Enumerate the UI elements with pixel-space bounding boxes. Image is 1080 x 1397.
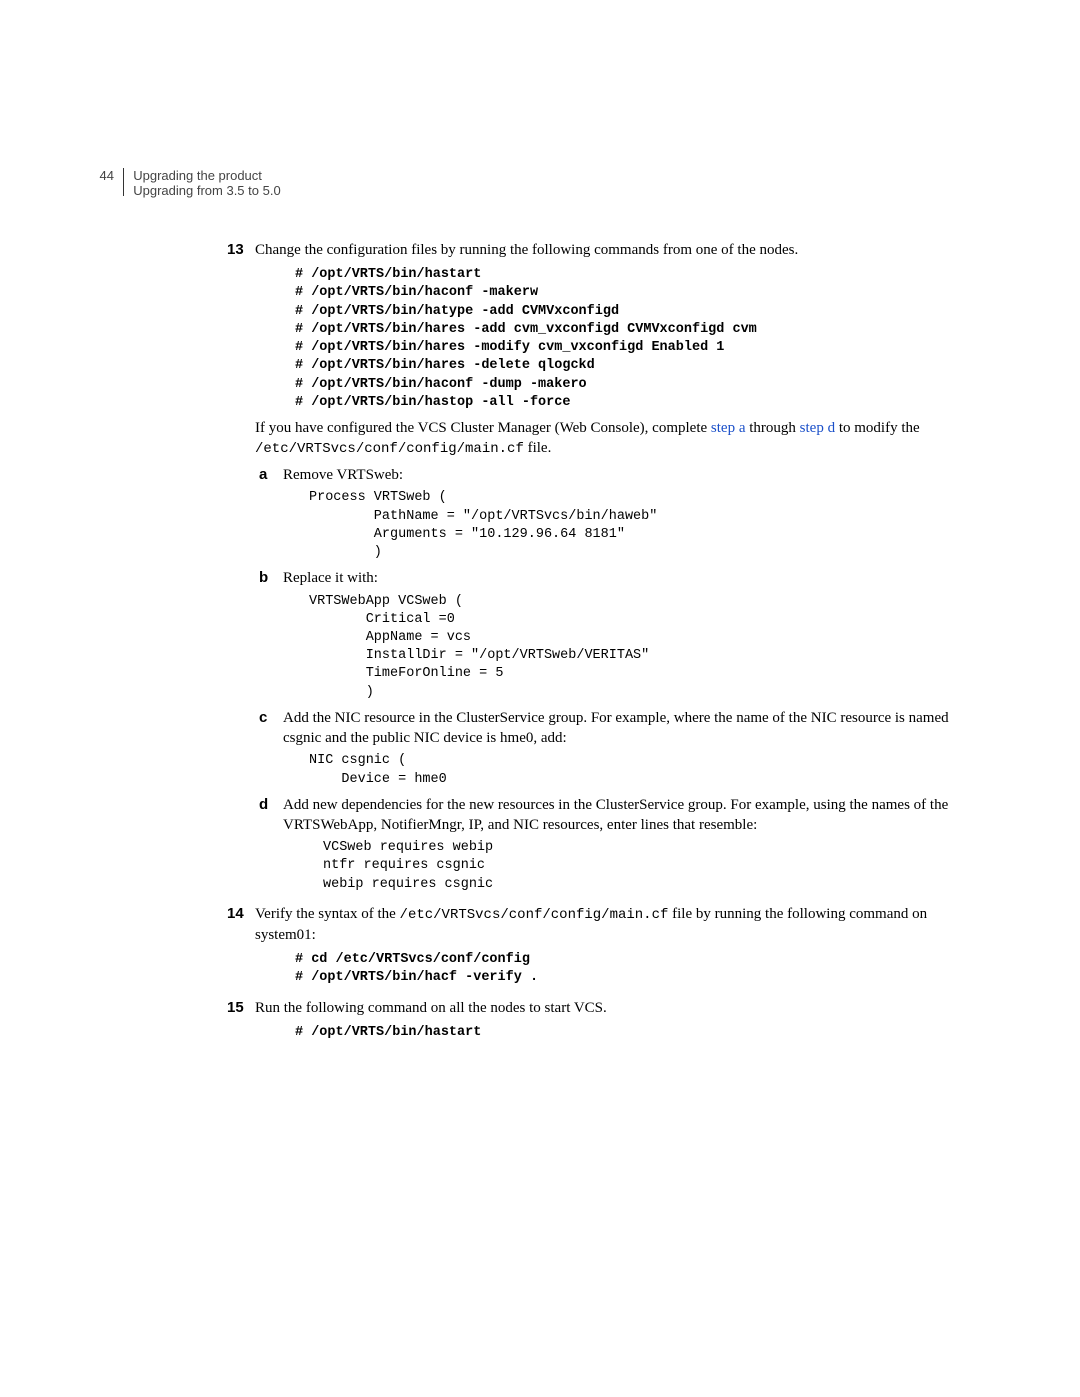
step-14-command-block: # cd /etc/VRTSvcs/conf/config # /opt/VRT… xyxy=(295,951,990,987)
substep-b-text: Replace it with: xyxy=(283,568,990,588)
page-number: 44 xyxy=(90,168,114,183)
link-step-d[interactable]: step d xyxy=(800,420,835,436)
header-titles: Upgrading the product Upgrading from 3.5… xyxy=(133,168,280,198)
substep-label: b xyxy=(259,568,268,588)
step-number: 15 xyxy=(227,998,244,1018)
substep-d-text: Add new dependencies for the new resourc… xyxy=(283,795,990,836)
text: Verify the syntax of the xyxy=(255,906,400,922)
page-container: 44 Upgrading the product Upgrading from … xyxy=(0,0,1080,1142)
config-file-path: /etc/VRTSvcs/conf/config/main.cf xyxy=(400,907,669,923)
substep-label: c xyxy=(259,708,267,728)
substep-d-code: VCSweb requires webip ntfr requires csgn… xyxy=(323,839,990,894)
substep-label: a xyxy=(259,465,267,485)
substep-b: b Replace it with: VRTSWebApp VCSweb ( C… xyxy=(283,568,990,702)
step-14: 14 Verify the syntax of the /etc/VRTSvcs… xyxy=(255,904,990,988)
step-15-command-block: # /opt/VRTS/bin/hastart xyxy=(295,1024,990,1042)
text: to modify the xyxy=(835,420,920,436)
step-14-text: Verify the syntax of the /etc/VRTSvcs/co… xyxy=(255,904,990,945)
substep-c: c Add the NIC resource in the ClusterSer… xyxy=(283,708,990,789)
substep-d: d Add new dependencies for the new resou… xyxy=(283,795,990,894)
code-text: # /opt/VRTS/bin/hastart # /opt/VRTS/bin/… xyxy=(295,267,757,410)
step-number: 14 xyxy=(227,904,244,924)
page-content: 13 Change the configuration files by run… xyxy=(255,240,990,1042)
text: If you have configured the VCS Cluster M… xyxy=(255,420,711,436)
step-13-text: Change the configuration files by runnin… xyxy=(255,240,990,260)
section-title: Upgrading from 3.5 to 5.0 xyxy=(133,183,280,198)
link-step-a[interactable]: step a xyxy=(711,420,746,436)
text: file. xyxy=(524,440,552,456)
substep-c-code: NIC csgnic ( Device = hme0 xyxy=(309,752,990,788)
chapter-title: Upgrading the product xyxy=(133,168,280,183)
step-15: 15 Run the following command on all the … xyxy=(255,998,990,1042)
page-header: 44 Upgrading the product Upgrading from … xyxy=(90,168,281,198)
step-number: 13 xyxy=(227,240,244,260)
substep-label: d xyxy=(259,795,268,815)
step-15-text: Run the following command on all the nod… xyxy=(255,998,990,1018)
step-13: 13 Change the configuration files by run… xyxy=(255,240,990,894)
substep-a: a Remove VRTSweb: Process VRTSweb ( Path… xyxy=(283,465,990,562)
substep-a-code: Process VRTSweb ( PathName = "/opt/VRTSv… xyxy=(309,489,990,562)
code-text: # /opt/VRTS/bin/hastart xyxy=(295,1025,481,1040)
code-text: # cd /etc/VRTSvcs/conf/config # /opt/VRT… xyxy=(295,952,538,985)
text: through xyxy=(745,420,799,436)
substep-b-code: VRTSWebApp VCSweb ( Critical =0 AppName … xyxy=(309,593,990,702)
substep-c-text: Add the NIC resource in the ClusterServi… xyxy=(283,708,990,749)
step-13-command-block: # /opt/VRTS/bin/hastart # /opt/VRTS/bin/… xyxy=(295,266,990,412)
step-13-after: If you have configured the VCS Cluster M… xyxy=(255,418,990,459)
config-file-path: /etc/VRTSvcs/conf/config/main.cf xyxy=(255,441,524,457)
header-divider xyxy=(123,168,124,196)
substep-a-text: Remove VRTSweb: xyxy=(283,465,990,485)
